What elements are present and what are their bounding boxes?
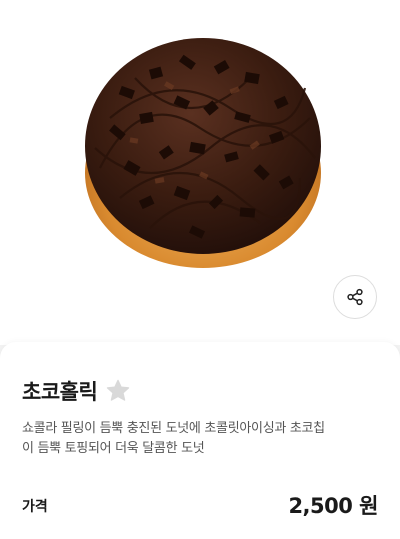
share-button[interactable] bbox=[333, 275, 377, 319]
product-info-sheet: 초코홀릭 쇼콜라 필링이 듬뿍 충진된 도넛에 초콜릿아이싱과 초코칩 이 듬뿍… bbox=[0, 342, 400, 539]
product-image bbox=[80, 28, 326, 274]
star-icon bbox=[107, 379, 130, 401]
donut-illustration bbox=[85, 38, 321, 268]
product-name: 초코홀릭 bbox=[22, 380, 98, 404]
title-row: 초코홀릭 bbox=[22, 376, 131, 406]
share-icon bbox=[347, 288, 363, 306]
product-description: 쇼콜라 필링이 듬뿍 충진된 도넛에 초콜릿아이싱과 초코칩 이 듬뿍 토핑되어… bbox=[22, 419, 382, 459]
price-value: 2,500 원 bbox=[288, 494, 378, 518]
favorite-button[interactable] bbox=[105, 378, 131, 404]
description-line-2: 이 듬뿍 토핑되어 더욱 달콤한 도넛 bbox=[22, 441, 205, 456]
price-label: 가격 bbox=[22, 499, 48, 515]
description-line-1: 쇼콜라 필링이 듬뿍 충진된 도넛에 초콜릿아이싱과 초코칩 bbox=[22, 421, 325, 436]
product-hero bbox=[0, 0, 400, 345]
